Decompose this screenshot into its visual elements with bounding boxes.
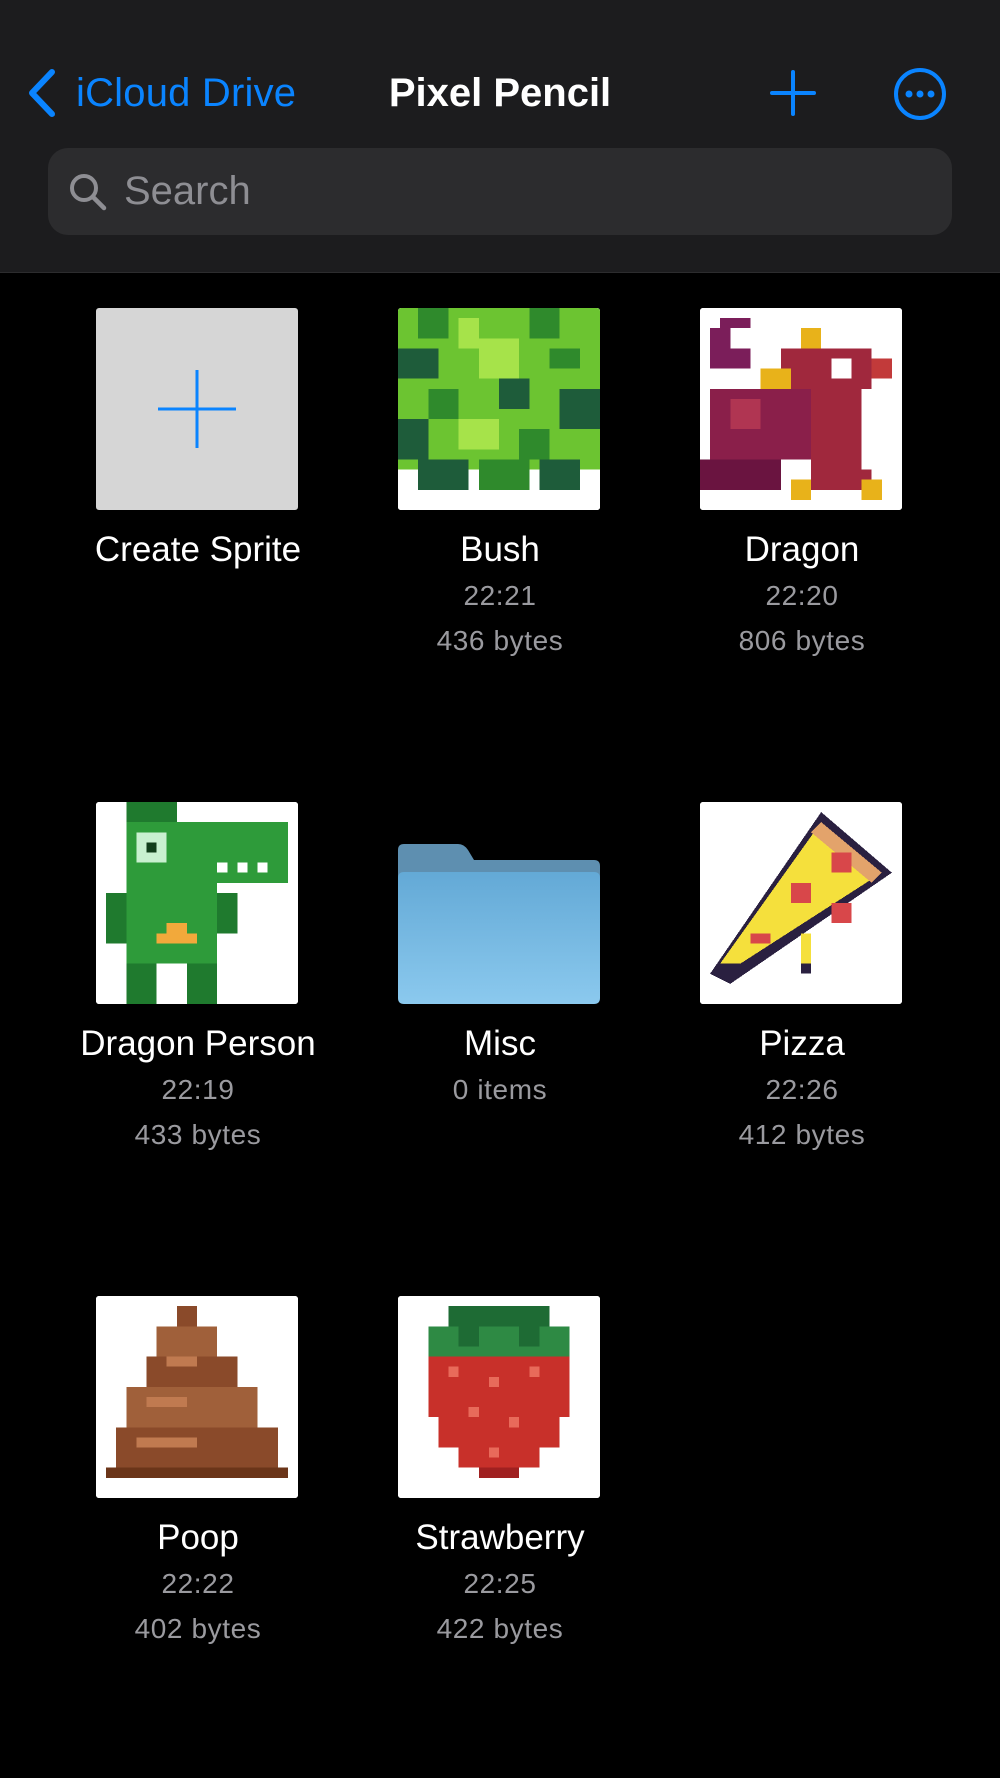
navigation-header: iCloud Drive Pixel Pencil [0,0,1000,273]
ellipsis-circle-icon [894,68,946,120]
create-sprite-thumbnail[interactable] [96,308,298,510]
item-filesize: 402 bytes [134,1613,262,1644]
back-button[interactable]: iCloud Drive [26,64,296,122]
chevron-left-icon [29,69,55,117]
pizza-sprite-icon [700,802,902,1004]
bush-sprite-icon [398,308,600,510]
bush-thumbnail[interactable] [398,308,600,510]
item-filesize: 433 bytes [134,1119,262,1150]
item-timestamp: 22:25 [463,1568,537,1599]
item-label: Strawberry [415,1518,585,1557]
item-timestamp: 22:21 [463,580,537,611]
item-filesize: 412 bytes [738,1119,866,1150]
poop-thumbnail[interactable] [96,1296,298,1498]
item-timestamp: 22:20 [765,580,839,611]
page-title: Pixel Pencil [388,71,612,115]
item-label: Create Sprite [94,530,302,569]
item-filesize: 436 bytes [436,625,564,656]
add-button[interactable] [768,68,818,118]
strawberry-thumbnail[interactable] [398,1296,600,1498]
more-options-button[interactable] [892,66,948,122]
search-bar[interactable] [48,148,952,235]
item-timestamp: 22:19 [161,1074,235,1105]
dragon-thumbnail[interactable] [700,308,902,510]
item-filesize: 422 bytes [436,1613,564,1644]
item-filesize: 806 bytes [738,625,866,656]
item-label: Misc [464,1024,536,1063]
item-label: Poop [157,1518,239,1557]
strawberry-sprite-icon [398,1296,600,1498]
item-label: Dragon [744,530,860,569]
plus-icon [158,370,236,448]
folder-icon [398,844,600,1004]
item-label: Bush [460,530,540,569]
back-button-label: iCloud Drive [76,70,297,115]
dragon-person-sprite-icon [96,802,298,1004]
search-icon [70,173,107,210]
item-label: Dragon Person [80,1024,316,1063]
dragon-person-thumbnail[interactable] [96,802,298,1004]
poop-sprite-icon [96,1296,298,1498]
item-label: Pizza [759,1024,845,1063]
item-timestamp: 22:22 [161,1568,235,1599]
item-count: 0 items [452,1074,548,1105]
search-input[interactable] [122,168,926,215]
plus-icon [770,70,816,116]
pizza-thumbnail[interactable] [700,802,902,1004]
dragon-sprite-icon [700,308,902,510]
item-timestamp: 22:26 [765,1074,839,1105]
misc-folder-thumbnail[interactable] [398,802,600,1004]
